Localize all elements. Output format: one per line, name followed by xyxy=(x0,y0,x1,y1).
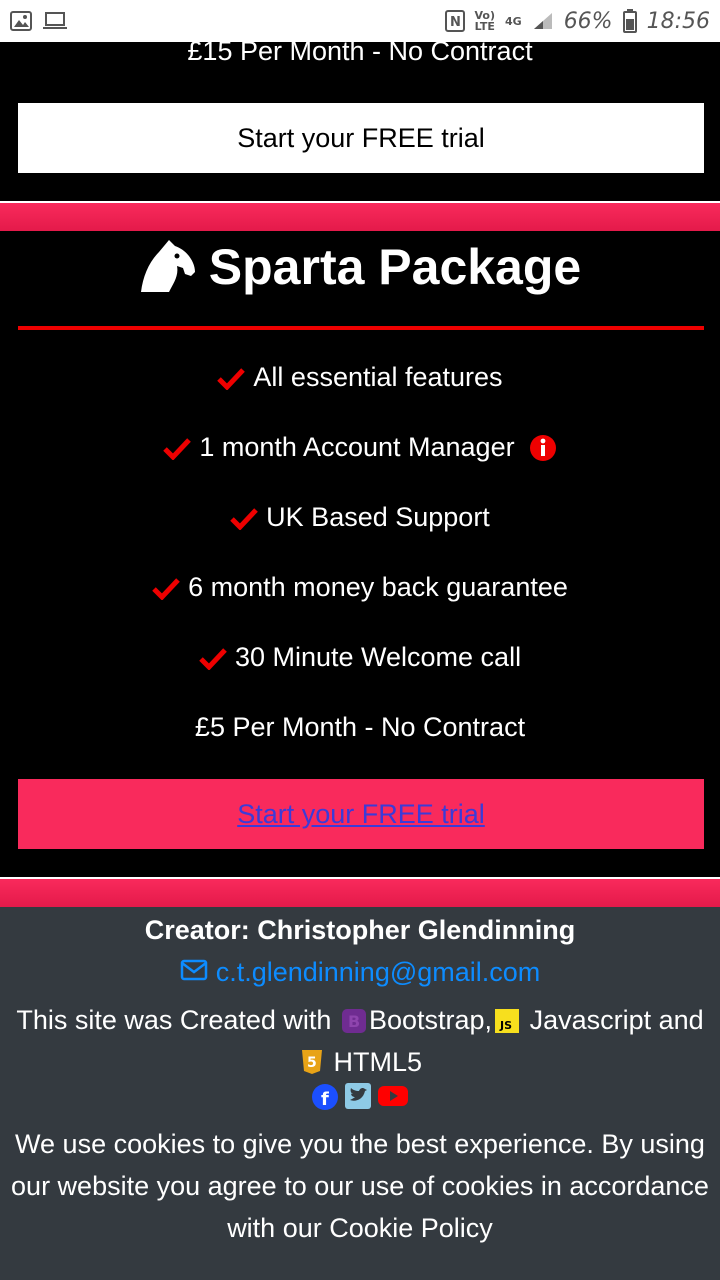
signal-icon xyxy=(532,11,554,31)
made-with-prefix: This site was Created with xyxy=(16,1005,332,1035)
prev-package-price: £15 Per Month - No Contract xyxy=(187,36,533,66)
lte-label: LTE xyxy=(474,20,495,33)
svg-text:f: f xyxy=(321,1089,329,1110)
check-icon xyxy=(230,506,258,530)
feature-item: 30 Minute Welcome call xyxy=(0,642,720,673)
svg-text:JS: JS xyxy=(499,1019,512,1032)
package-title: Sparta Package xyxy=(208,239,582,295)
email-link[interactable]: c.t.glendinning@gmail.com xyxy=(0,957,720,988)
feature-item: All essential features xyxy=(0,362,720,393)
youtube-icon[interactable] xyxy=(377,1083,409,1116)
html5-label: HTML5 xyxy=(333,1047,423,1077)
social-links: f xyxy=(0,1083,720,1116)
sparta-package-header: Sparta Package xyxy=(0,232,720,302)
feature-label: 6 month money back guarantee xyxy=(188,572,568,602)
check-icon xyxy=(199,646,227,670)
package-price: £5 Per Month - No Contract xyxy=(194,712,526,742)
prev-package-trial-button[interactable]: Start your FREE trial xyxy=(18,103,704,173)
feature-item: UK Based Support xyxy=(0,502,720,533)
start-trial-button[interactable]: Start your FREE trial xyxy=(18,779,704,849)
laptop-icon xyxy=(42,11,68,31)
check-icon xyxy=(163,436,192,460)
status-bar-left xyxy=(10,11,68,31)
feature-label: 30 Minute Welcome call xyxy=(234,642,522,672)
javascript-label: Javascript and xyxy=(529,1005,704,1035)
battery-percent: 66% xyxy=(563,8,613,34)
status-bar-right: N Vo) LTE 4G 66% 18:56 xyxy=(444,8,710,34)
javascript-icon: JS xyxy=(495,1009,520,1033)
horse-head-icon xyxy=(139,236,197,299)
volte-indicator: Vo) LTE xyxy=(475,10,496,32)
email-address[interactable]: c.t.glendinning@gmail.com xyxy=(216,957,541,988)
network-type: 4G xyxy=(505,14,522,28)
html5-icon: 5 xyxy=(301,1049,323,1075)
check-icon xyxy=(217,366,246,390)
feature-label: All essential features xyxy=(253,362,503,392)
info-icon[interactable] xyxy=(529,434,557,462)
nfc-icon: N xyxy=(444,10,465,32)
bootstrap-icon: B xyxy=(341,1009,366,1033)
facebook-icon[interactable]: f xyxy=(311,1083,339,1116)
svg-text:5: 5 xyxy=(307,1055,317,1071)
bootstrap-label: Bootstrap, xyxy=(368,1005,493,1035)
title-underline xyxy=(18,326,704,330)
check-icon xyxy=(152,576,180,600)
feature-item: 1 month Account Manager xyxy=(0,432,720,463)
envelope-icon xyxy=(180,957,208,988)
cookie-notice: We use cookies to give you the best expe… xyxy=(11,1129,709,1243)
feature-label: 1 month Account Manager xyxy=(199,432,515,462)
svg-text:N: N xyxy=(450,15,461,30)
made-with-text: This site was Created with B Bootstrap, JS… xyxy=(0,999,720,1083)
feature-item: 6 month money back guarantee xyxy=(0,572,720,603)
battery-icon xyxy=(622,9,637,33)
image-icon xyxy=(10,11,32,31)
footer: Creator: Christopher Glendinning c.t.gle… xyxy=(0,907,720,1280)
twitter-icon[interactable] xyxy=(345,1083,371,1116)
feature-label: UK Based Support xyxy=(266,502,490,532)
section-divider xyxy=(0,201,720,231)
clock: 18:56 xyxy=(646,8,710,34)
section-divider xyxy=(0,877,720,907)
svg-text:B: B xyxy=(348,1012,360,1031)
creator-credit: Creator: Christopher Glendinning xyxy=(144,915,576,945)
start-trial-link[interactable]: Start your FREE trial xyxy=(237,799,485,830)
